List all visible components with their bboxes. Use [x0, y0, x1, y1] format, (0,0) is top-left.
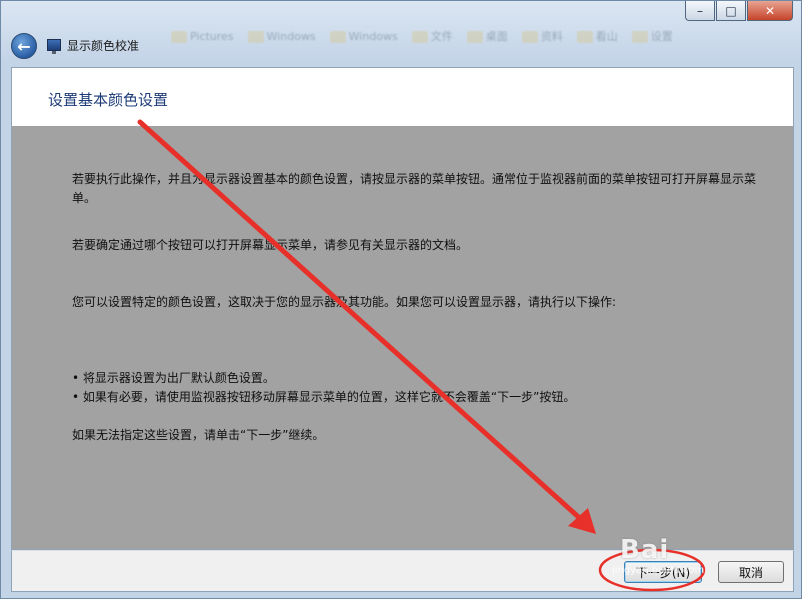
- arrow-left-icon: ←: [17, 36, 31, 56]
- monitor-icon: [47, 39, 61, 54]
- closing-instruction: 如果无法指定这些设置，请单击“下一步”继续。: [72, 428, 325, 442]
- window-title: 显示颜色校准: [67, 39, 140, 53]
- baidu-watermark-url: jingyan.baidu.com: [612, 565, 705, 576]
- folder-icon: [329, 30, 346, 43]
- color-calibration-window: Pictures Windows Windows 文件 桌面 资料 看山 设置 …: [0, 0, 802, 599]
- baidu-watermark-logo: Bai: [620, 535, 670, 565]
- instruction-paragraph-3: 您可以设置特定的颜色设置，这取决于您的显示器及其功能。如果您可以设置显示器，请执…: [72, 295, 617, 309]
- folder-icon: [521, 31, 538, 43]
- background-taskbar-ghost: Pictures Windows Windows 文件 桌面 资料 看山 设置: [171, 23, 801, 49]
- minimize-button[interactable]: –: [685, 1, 715, 21]
- title-bar: Pictures Windows Windows 文件 桌面 资料 看山 设置 …: [1, 1, 801, 67]
- maximize-button[interactable]: □: [716, 1, 746, 21]
- window-controls: – □ ✕: [685, 1, 793, 21]
- page-heading: 设置基本颜色设置: [48, 91, 169, 109]
- wizard-header: 设置基本颜色设置: [12, 68, 793, 126]
- folder-icon: [171, 30, 187, 43]
- folder-icon: [576, 31, 593, 43]
- instruction-paragraph-2: 若要确定通过哪个按钮可以打开屏幕显示菜单，请参见有关显示器的文档。: [72, 238, 469, 252]
- instruction-paragraph-1: 若要执行此操作，并且为显示器设置基本的颜色设置，请按显示器的菜单按钮。通常位于监…: [72, 172, 757, 205]
- folder-icon: [631, 31, 648, 43]
- folder-icon: [411, 31, 428, 43]
- close-button[interactable]: ✕: [747, 1, 793, 21]
- instructions-area: 若要执行此操作，并且为显示器设置基本的颜色设置，请按显示器的菜单按钮。通常位于监…: [12, 126, 793, 549]
- bullet-item-2: 如果有必要，请使用监视器按钮移动屏幕显示菜单的位置，这样它就不会覆盖“下一步”按…: [72, 388, 762, 407]
- folder-icon: [466, 31, 483, 43]
- bullet-item-1: 将显示器设置为出厂默认颜色设置。: [72, 369, 762, 388]
- wizard-content: 设置基本颜色设置 若要执行此操作，并且为显示器设置基本的颜色设置，请按显示器的菜…: [11, 67, 794, 550]
- cancel-button[interactable]: 取消: [718, 561, 784, 583]
- folder-icon: [247, 30, 264, 43]
- back-button[interactable]: ←: [11, 33, 37, 59]
